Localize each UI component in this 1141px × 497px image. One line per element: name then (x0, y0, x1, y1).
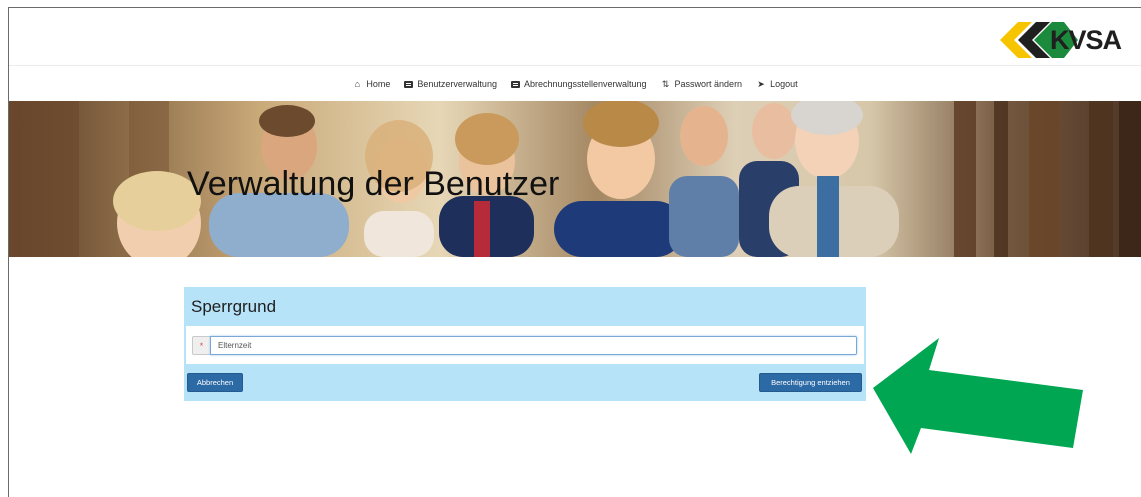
logout-icon: ➤ (757, 78, 765, 89)
nav-item-logout[interactable]: ➤ Logout (756, 78, 798, 90)
revoke-permission-button[interactable]: Berechtigung entziehen (759, 373, 862, 392)
nav-item-label: Passwort ändern (674, 79, 743, 89)
reason-input-group: * Elternzeit (192, 336, 857, 355)
hero-banner: Verwaltung der Benutzer (9, 101, 1141, 257)
green-arrow-annotation (873, 338, 1083, 454)
page-title: Verwaltung der Benutzer (187, 165, 560, 203)
family-photo (9, 101, 1141, 257)
home-icon: ⌂ (354, 79, 361, 89)
main-nav: ⌂ Home Benutzerverwaltung Abrechnungsste… (9, 75, 1141, 93)
required-asterisk: * (192, 336, 210, 355)
revoke-permission-panel: Sperrgrund * Elternzeit Abbrechen Berech… (184, 287, 866, 401)
nav-item-label: Benutzerverwaltung (417, 79, 497, 89)
list-icon (510, 80, 520, 88)
logo-text: KVSA (1050, 25, 1122, 55)
retweet-icon: ⇅ (661, 78, 670, 89)
nav-item-abrechnungsstellenverwaltung[interactable]: Abrechnungsstellenverwaltung (510, 79, 647, 89)
nav-item-passwort-aendern[interactable]: ⇅ Passwort ändern (661, 78, 743, 90)
panel-body: * Elternzeit (186, 326, 864, 364)
browser-page: KVSA ⌂ Home Benutzerverwaltung Abrechnun… (8, 7, 1141, 497)
nav-item-label: Home (366, 79, 391, 89)
reason-input[interactable]: Elternzeit (210, 336, 857, 355)
nav-item-home[interactable]: ⌂ Home (352, 79, 391, 89)
kvsa-logo[interactable]: KVSA (998, 18, 1126, 62)
nav-item-label: Logout (770, 79, 798, 89)
nav-item-benutzerverwaltung[interactable]: Benutzerverwaltung (404, 79, 497, 89)
nav-item-label: Abrechnungsstellenverwaltung (523, 79, 647, 89)
cancel-button[interactable]: Abbrechen (187, 373, 243, 392)
nav-divider (9, 65, 1141, 66)
panel-title: Sperrgrund (191, 297, 277, 316)
list-icon (404, 80, 414, 88)
